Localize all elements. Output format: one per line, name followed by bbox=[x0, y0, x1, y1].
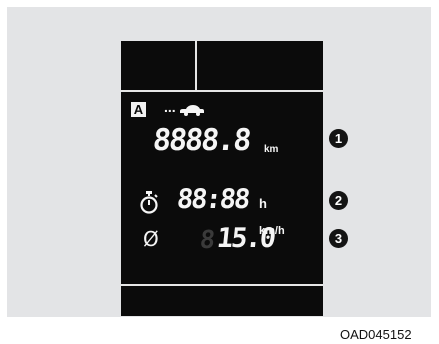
odometer-value: 8888.8 bbox=[151, 123, 252, 158]
display-divider-vertical bbox=[195, 41, 197, 90]
stopwatch-icon bbox=[140, 191, 158, 214]
callout-3: 3 bbox=[329, 229, 348, 248]
figure-code: OAD045152 bbox=[340, 327, 412, 342]
average-symbol: Ø bbox=[143, 227, 159, 251]
average-speed-unit: km/h bbox=[259, 225, 285, 237]
callout-2: 2 bbox=[329, 191, 348, 210]
cluster-display: A ... 8888.8 km 88:88 h Ø 8 15.0 km/h bbox=[121, 41, 323, 316]
drive-time-unit: h bbox=[259, 196, 267, 211]
display-divider-bottom bbox=[121, 284, 323, 286]
drive-time-value: 88:88 bbox=[175, 184, 250, 215]
trip-mode-indicator: A bbox=[131, 102, 146, 117]
callout-1: 1 bbox=[329, 129, 348, 148]
inactive-segment-digit: 8 bbox=[198, 225, 217, 254]
odometer-unit: km bbox=[264, 144, 279, 155]
trip-dots: ... bbox=[164, 99, 176, 115]
car-icon bbox=[180, 105, 204, 116]
display-divider-top bbox=[121, 90, 323, 92]
